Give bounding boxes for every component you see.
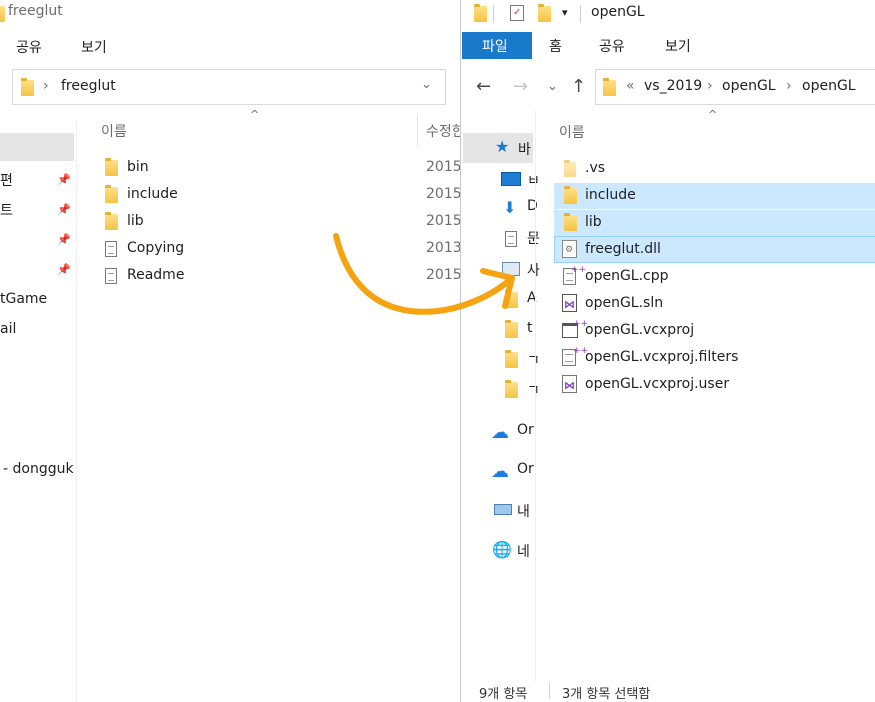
drag-annotation-arrow: [333, 233, 515, 315]
